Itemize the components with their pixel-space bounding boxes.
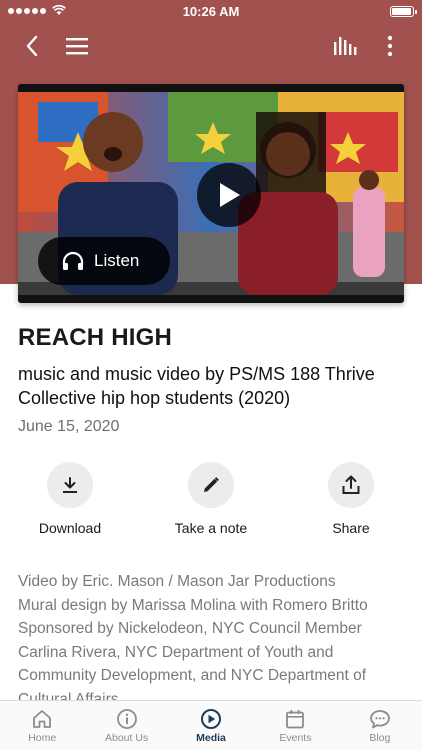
chat-bubble-icon — [369, 710, 390, 729]
headphones-icon — [62, 251, 84, 270]
audio-bars-icon — [334, 37, 357, 55]
tab-label: Events — [279, 732, 312, 744]
take-note-label: Take a note — [174, 520, 248, 536]
download-label: Download — [38, 520, 102, 536]
tab-home[interactable]: Home — [0, 701, 84, 750]
action-row: Download Take a note Share — [0, 462, 422, 542]
episode-title: REACH HIGH — [18, 324, 173, 351]
video-player[interactable]: Listen — [18, 84, 404, 303]
status-bar: 10:26 AM — [0, 0, 422, 24]
hamburger-menu-icon — [66, 38, 88, 55]
share-label: Share — [332, 520, 370, 536]
download-circle — [47, 462, 93, 508]
download-icon — [63, 477, 77, 493]
tab-blog[interactable]: Blog — [338, 701, 422, 750]
tab-label: Blog — [369, 732, 391, 744]
info-icon — [116, 709, 137, 729]
play-icon — [220, 183, 240, 207]
tab-about-us[interactable]: About Us — [84, 701, 168, 750]
tab-media[interactable]: Media — [169, 701, 253, 750]
calendar-icon — [286, 710, 305, 729]
tab-label: Media — [196, 732, 226, 744]
tab-bar: Home About Us Media Events Blog — [0, 700, 422, 750]
episode-description: Video by Eric. Mason / Mason Jar Product… — [18, 570, 410, 700]
share-icon — [342, 475, 360, 494]
description-line: Video by Eric. Mason / Mason Jar Product… — [18, 573, 336, 590]
download-button[interactable]: Download — [0, 462, 140, 536]
play-button[interactable] — [197, 163, 261, 227]
tab-label: Home — [28, 732, 57, 744]
menu-button[interactable] — [57, 28, 97, 64]
status-time: 10:26 AM — [182, 4, 240, 19]
description-line: Sponsored by Nickelodeon, NYC Council Me… — [18, 620, 367, 700]
play-circle-icon — [201, 709, 222, 729]
description-line: Mural design by Marissa Molina with Rome… — [18, 596, 368, 614]
listen-button[interactable]: Listen — [38, 237, 170, 285]
chevron-left-icon — [26, 35, 38, 57]
episode-date: June 15, 2020 — [18, 418, 120, 435]
pencil-icon — [204, 477, 219, 492]
home-icon — [33, 710, 52, 728]
audio-button[interactable] — [325, 28, 365, 64]
back-button[interactable] — [12, 28, 52, 64]
more-vertical-icon — [387, 35, 393, 57]
episode-subtitle: music and music video by PS/MS 188 Thriv… — [18, 364, 375, 408]
tab-events[interactable]: Events — [253, 701, 337, 750]
battery-icon — [390, 6, 417, 17]
tab-label: About Us — [105, 732, 149, 744]
more-button[interactable] — [370, 28, 410, 64]
listen-label: Listen — [94, 251, 140, 270]
share-circle — [328, 462, 374, 508]
take-note-circle — [188, 462, 234, 508]
share-button[interactable]: Share — [281, 462, 421, 536]
take-note-button[interactable]: Take a note — [141, 462, 281, 536]
